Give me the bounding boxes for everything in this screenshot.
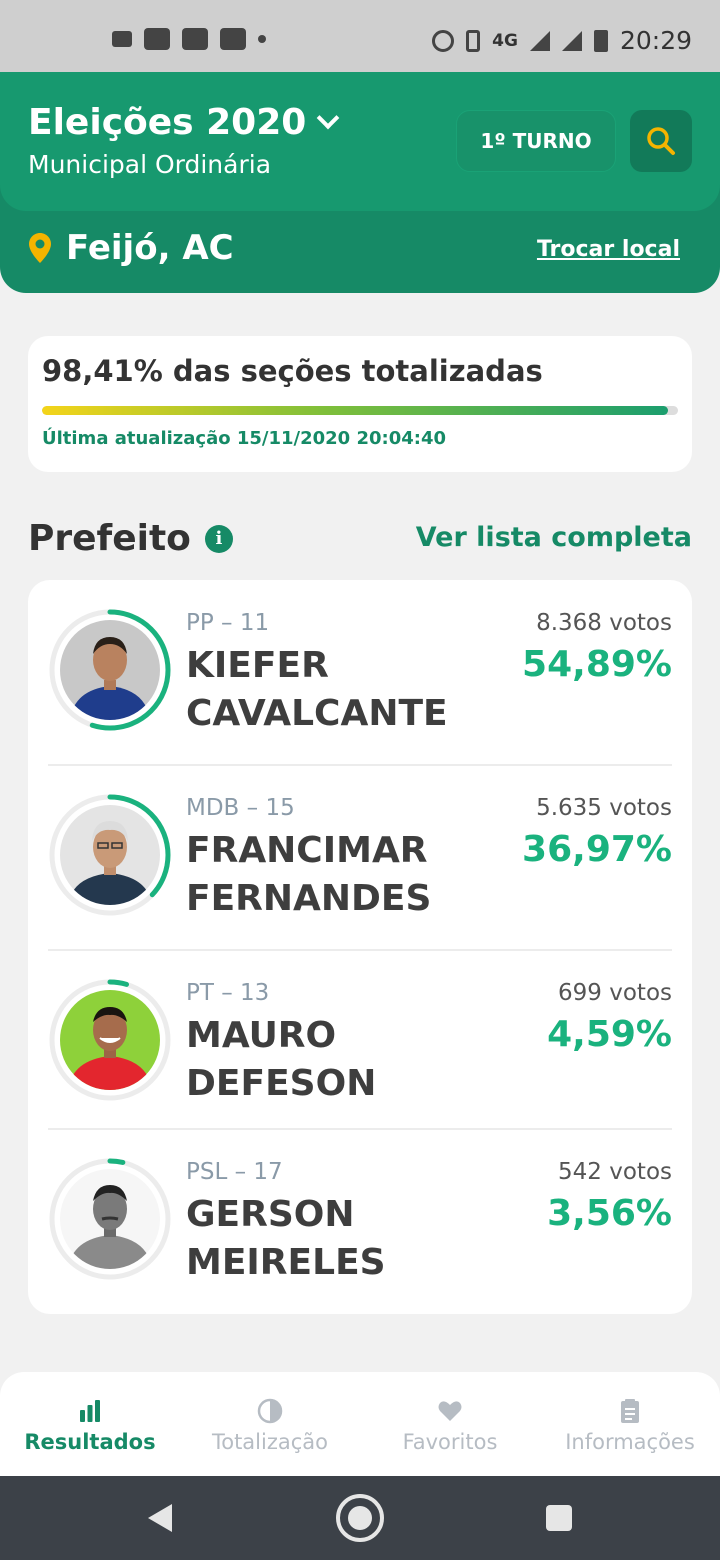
home-icon[interactable] — [336, 1494, 384, 1542]
network-type: 4G — [492, 30, 518, 51]
back-icon[interactable] — [148, 1504, 172, 1532]
candidates-card: PP – 11 KIEFER CAVALCANTE 8.368 votos 54… — [28, 580, 692, 1314]
heart-icon — [360, 1398, 540, 1424]
location-pin-icon — [29, 233, 51, 263]
avatar — [60, 805, 160, 905]
recent-apps-icon[interactable] — [546, 1505, 572, 1531]
avatar — [60, 620, 160, 720]
nav-label: Totalização — [211, 1430, 329, 1454]
totalization-title: 98,41% das seções totalizadas — [42, 354, 543, 388]
candidate-votes: 5.635 votos — [536, 795, 672, 821]
bottom-navigation: Resultados Totalização Favoritos Informa… — [0, 1372, 720, 1476]
clipboard-icon — [540, 1398, 720, 1424]
candidate-votes: 542 votos — [558, 1159, 672, 1185]
turno-button[interactable]: 1º TURNO — [456, 110, 616, 172]
candidate-percentage: 54,89% — [522, 644, 672, 685]
candidate-name: KIEFER CAVALCANTE — [186, 645, 448, 734]
election-subtitle: Municipal Ordinária — [28, 150, 272, 179]
candidate-percentage: 36,97% — [522, 829, 672, 870]
search-button[interactable] — [630, 110, 692, 172]
election-dropdown[interactable]: Eleições 2020 — [28, 102, 340, 143]
signal-icon — [529, 30, 550, 51]
see-full-list-link[interactable]: Ver lista completa — [416, 522, 692, 553]
candidate-row[interactable]: MDB – 15 FRANCIMAR FERNANDES 5.635 votos… — [48, 766, 672, 951]
status-bar: 4G 20:29 — [0, 0, 720, 72]
candidate-party: PP – 11 — [186, 610, 270, 636]
candidate-percentage: 3,56% — [547, 1193, 672, 1234]
search-icon — [647, 127, 675, 155]
info-icon[interactable]: i — [204, 524, 233, 553]
nav-resultados[interactable]: Resultados — [0, 1372, 180, 1476]
pie-icon — [180, 1398, 360, 1424]
avatar — [60, 1169, 160, 1269]
candidate-name: MAURO DEFESON — [186, 1015, 377, 1104]
dot-icon — [258, 35, 266, 43]
youtube-icon — [182, 28, 208, 50]
totalization-card: 98,41% das seções totalizadas Última atu… — [28, 336, 692, 472]
section-header: Prefeito i — [28, 518, 233, 559]
app-header: Eleições 2020 Municipal Ordinária 1º TUR… — [0, 72, 720, 293]
progress-fill — [42, 406, 668, 415]
clock: 20:29 — [619, 26, 692, 55]
nav-totalizacao[interactable]: Totalização — [180, 1372, 360, 1476]
alarm-icon — [432, 29, 455, 52]
election-title: Eleições 2020 — [28, 102, 307, 143]
candidate-row[interactable]: PSL – 17 GERSON MEIRELES 542 votos 3,56% — [48, 1130, 672, 1314]
facebook-icon — [144, 28, 170, 50]
candidate-name: GERSON MEIRELES — [186, 1194, 386, 1283]
candidate-party: PSL – 17 — [186, 1159, 283, 1185]
election-selector-area: Eleições 2020 Municipal Ordinária 1º TUR… — [0, 72, 720, 211]
change-location-link[interactable]: Trocar local — [537, 237, 680, 262]
bar-chart-icon — [0, 1398, 180, 1424]
candidate-votes: 8.368 votos — [536, 610, 672, 636]
avatar — [60, 990, 160, 1090]
system-navigation-bar — [0, 1476, 720, 1560]
nav-label: Favoritos — [402, 1430, 498, 1454]
signal-icon — [561, 30, 582, 51]
youtube-icon — [220, 28, 246, 50]
radio-icon — [112, 31, 132, 47]
location-row: Feijó, AC — [28, 228, 234, 268]
candidate-name: FRANCIMAR FERNANDES — [186, 830, 432, 919]
section-title: Prefeito — [28, 518, 191, 559]
notification-icons — [112, 28, 266, 50]
totalization-progress-bar — [42, 406, 678, 415]
candidate-votes: 699 votos — [558, 980, 672, 1006]
nav-label: Resultados — [24, 1430, 156, 1454]
candidate-party: PT – 13 — [186, 980, 270, 1006]
vibrate-icon — [466, 29, 481, 52]
nav-informacoes[interactable]: Informações — [540, 1372, 720, 1476]
battery-icon — [593, 29, 608, 52]
nav-favoritos[interactable]: Favoritos — [360, 1372, 540, 1476]
candidate-row[interactable]: PT – 13 MAURO DEFESON 699 votos 4,59% — [48, 951, 672, 1130]
last-update: Última atualização 15/11/2020 20:04:40 — [42, 428, 447, 449]
chevron-down-icon — [317, 106, 340, 129]
nav-label: Informações — [565, 1430, 695, 1454]
location-name: Feijó, AC — [66, 228, 234, 268]
system-icons: 4G 20:29 — [432, 26, 692, 55]
candidate-party: MDB – 15 — [186, 795, 295, 821]
candidate-row[interactable]: PP – 11 KIEFER CAVALCANTE 8.368 votos 54… — [48, 580, 672, 766]
candidate-percentage: 4,59% — [547, 1014, 672, 1055]
